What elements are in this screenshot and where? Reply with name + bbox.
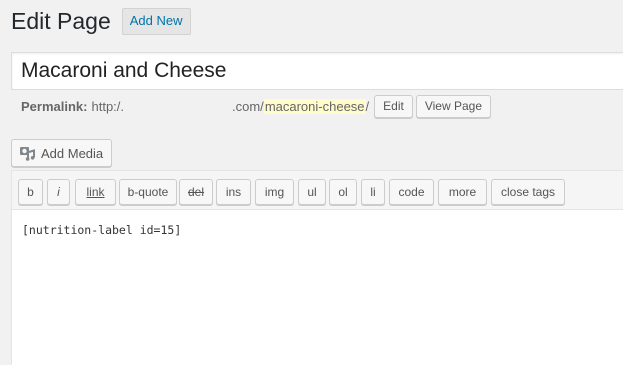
permalink-edit-button[interactable]: Edit bbox=[374, 94, 413, 118]
ul-button[interactable]: ul bbox=[298, 179, 326, 205]
del-button[interactable]: del bbox=[179, 179, 213, 205]
permalink-slug[interactable]: macaroni-cheese bbox=[263, 98, 366, 114]
camera-music-icon bbox=[19, 145, 35, 161]
blockquote-button[interactable]: b-quote bbox=[119, 179, 177, 205]
add-media-label: Add Media bbox=[41, 145, 104, 161]
bold-button[interactable]: b bbox=[18, 179, 43, 205]
editor-textarea[interactable]: [nutrition-label id=15] bbox=[22, 223, 181, 237]
add-media-button[interactable]: Add Media bbox=[11, 139, 113, 167]
permalink-row: Permalink: http:/. .com/ macaroni-cheese… bbox=[21, 94, 491, 118]
quicktags-toolbar: b i link b-quote del ins img ul ol li co… bbox=[12, 171, 623, 210]
italic-button[interactable]: i bbox=[47, 179, 70, 205]
ins-button[interactable]: ins bbox=[216, 179, 251, 205]
code-button[interactable]: code bbox=[389, 179, 434, 205]
link-button[interactable]: link bbox=[75, 179, 116, 205]
post-title-input[interactable]: Macaroni and Cheese bbox=[11, 52, 623, 90]
text-editor: b i link b-quote del ins img ul ol li co… bbox=[11, 170, 623, 365]
edit-page-screen: Edit Page Add New Macaroni and Cheese Pe… bbox=[0, 0, 623, 365]
img-button[interactable]: img bbox=[255, 179, 294, 205]
close-tags-button[interactable]: close tags bbox=[491, 179, 565, 205]
page-title: Edit Page bbox=[11, 7, 111, 34]
page-header: Edit Page Add New bbox=[11, 6, 191, 36]
permalink-domain-suffix: .com/ bbox=[232, 98, 264, 114]
add-new-button[interactable]: Add New bbox=[121, 8, 191, 35]
permalink-label: Permalink: bbox=[21, 98, 88, 114]
ol-button[interactable]: ol bbox=[329, 179, 357, 205]
permalink-trailing-slash: / bbox=[365, 98, 370, 114]
li-button[interactable]: li bbox=[361, 179, 385, 205]
view-page-button[interactable]: View Page bbox=[415, 94, 491, 118]
more-button[interactable]: more bbox=[438, 179, 487, 205]
permalink-base-url: http:/. bbox=[91, 98, 125, 114]
